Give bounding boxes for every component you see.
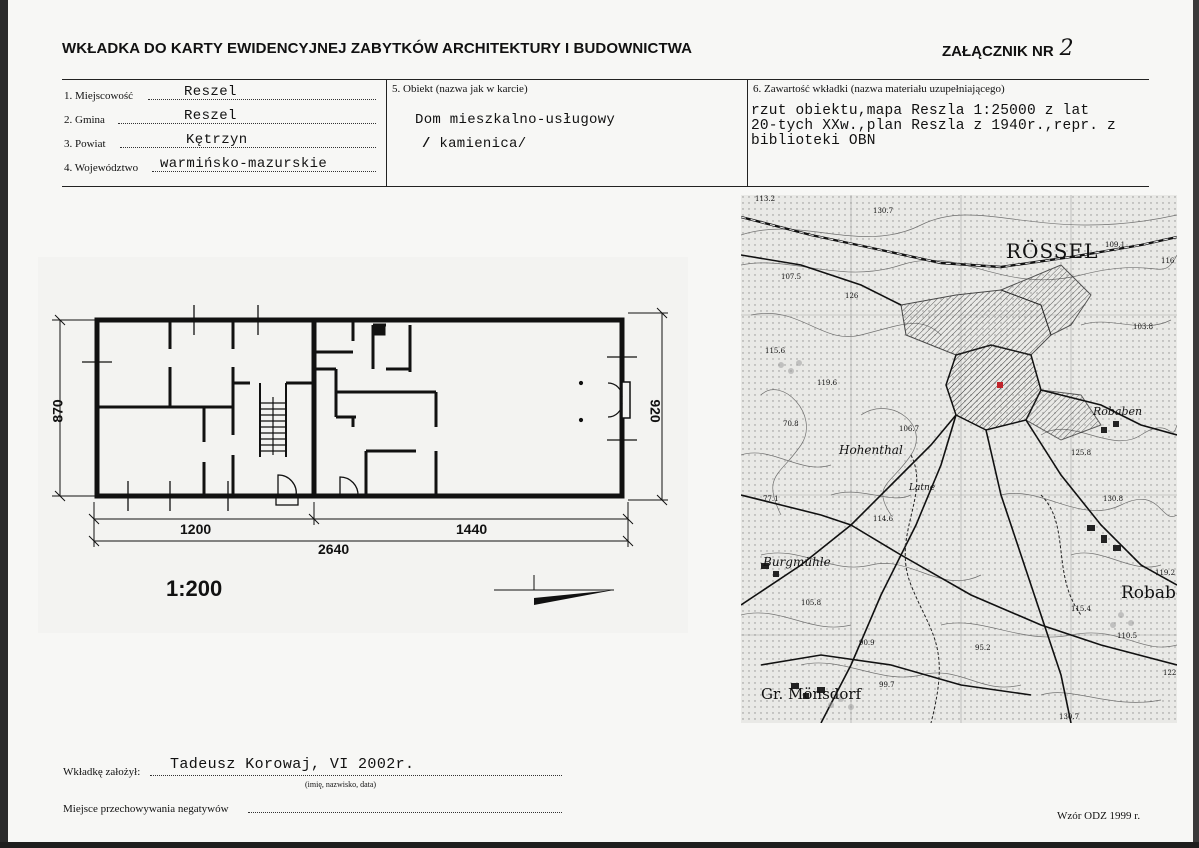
author-dotted-line — [150, 775, 562, 776]
field-gmina: 2. Gmina Reszel — [64, 108, 376, 128]
dimension-bottom-left: 1200 — [180, 521, 212, 537]
map-label-rossel: RÖSSEL — [1006, 239, 1099, 263]
attachment-heading: ZAŁĄCZNIK NR 2 — [942, 36, 1074, 62]
field-value: warmińsko-mazurskie — [160, 156, 328, 172]
map-elevation: 90.9 — [859, 639, 875, 647]
dimension-bottom-right: 1440 — [456, 521, 488, 537]
map-elevation: 130.8 — [1103, 495, 1124, 503]
negatives-label: Miejsce przechowywania negatywów — [63, 803, 229, 815]
map-label-gr-monsdorf: Gr. Mönsdorf — [761, 685, 862, 703]
negatives-dotted-line — [248, 812, 562, 813]
dimension-right: 920 — [647, 399, 664, 423]
map-elevation: 107.5 — [781, 273, 802, 281]
field-value: Reszel — [184, 84, 237, 100]
author-subcaption: (imię, nazwisko, data) — [305, 780, 377, 789]
object-label: 5. Obiekt (nazwa jak w karcie) — [392, 83, 528, 95]
map-elevation: 106.7 — [899, 425, 920, 433]
attachment-number: 2 — [1059, 36, 1074, 61]
scan-edge-bottom — [0, 842, 1199, 848]
field-dotted-line — [118, 122, 376, 124]
map-label-robaben: Robaben — [1121, 583, 1177, 603]
map-elevation: 130.7 — [873, 207, 894, 215]
map-elevation: 99.7 — [879, 681, 895, 689]
map-drawing — [741, 195, 1177, 723]
divider — [386, 80, 387, 186]
dimension-total: 2640 — [318, 541, 350, 557]
object-line-2-prefix: / — [422, 136, 431, 152]
map-elevation: 115.4 — [1071, 605, 1092, 613]
author-value: Tadeusz Korowaj, VI 2002r. — [170, 756, 415, 773]
map-elevation: 126 — [845, 292, 859, 300]
map-elevation: 130.7 — [1059, 713, 1080, 721]
author-label: Wkładkę założył: — [63, 766, 141, 778]
map-elevation: 114.6 — [873, 515, 894, 523]
field-label: 1. Miejscowość — [64, 90, 134, 102]
field-dotted-line — [120, 146, 376, 148]
dimension-left: 870 — [49, 399, 66, 423]
record-sheet: WKŁADKA DO KARTY EWIDENCYJNEJ ZABYTKÓW A… — [0, 0, 1199, 848]
map-elevation: 122 — [1163, 669, 1177, 677]
map-elevation: 95.2 — [975, 644, 991, 652]
object-line-2-text: kamienica/ — [439, 136, 527, 152]
form-header-box: 1. Miejscowość Reszel 2. Gmina Reszel 3.… — [62, 79, 1149, 187]
map-label-burgmuhle: Burgmühle — [763, 555, 831, 569]
map-elevation: 77.1 — [763, 495, 779, 503]
map-elevation: 116 — [1161, 257, 1175, 265]
field-miejscowosc: 1. Miejscowość Reszel — [64, 84, 376, 104]
contents-text: rzut obiektu,mapa Reszla 1:25000 z lat 2… — [751, 103, 1116, 149]
map-elevation: 119.2 — [1155, 569, 1176, 577]
map-elevation: 110.5 — [1117, 632, 1138, 640]
map-elevation: 125.8 — [1071, 449, 1092, 457]
map-elevation: 109.1 — [1105, 241, 1126, 249]
field-label: 4. Województwo — [64, 162, 139, 174]
map-elevation: 105.8 — [801, 599, 822, 607]
map-label-robaben-small: Robaben — [1093, 405, 1143, 418]
contents-label: 6. Zawartość wkładki (nazwa materiału uz… — [753, 83, 1005, 95]
historical-map: RÖSSEL Hohenthal Robaben Robaben Burgmüh… — [741, 195, 1177, 723]
object-line-1: Dom mieszkalno-usługowy — [415, 112, 616, 128]
field-value: Reszel — [184, 108, 237, 124]
scan-edge-right — [1193, 0, 1199, 848]
map-elevation: 113.2 — [755, 195, 776, 203]
field-dotted-line — [148, 98, 376, 100]
map-label-hohenthal: Hohenthal — [839, 443, 903, 457]
map-elevation: 115.6 — [765, 347, 786, 355]
floor-plan: 870 920 1200 1440 2640 — [38, 257, 688, 633]
field-label: 2. Gmina — [64, 114, 105, 126]
floor-plan-drawing — [38, 257, 688, 633]
object-line-2: / kamienica/ — [422, 136, 526, 152]
field-label: 3. Powiat — [64, 138, 106, 150]
map-label-latne: Latne — [909, 483, 936, 493]
document-title: WKŁADKA DO KARTY EWIDENCYJNEJ ZABYTKÓW A… — [62, 40, 693, 57]
field-wojewodztwo: 4. Województwo warmińsko-mazurskie — [64, 156, 376, 176]
scan-edge-left — [0, 0, 8, 848]
map-elevation: 119.6 — [817, 379, 838, 387]
field-powiat: 3. Powiat Kętrzyn — [64, 132, 376, 152]
map-elevation: 70.8 — [783, 420, 799, 428]
plan-scale: 1:200 — [166, 576, 223, 601]
map-elevation: 103.8 — [1133, 323, 1154, 331]
field-value: Kętrzyn — [186, 132, 248, 148]
form-version: Wzór ODZ 1999 r. — [1057, 810, 1141, 822]
attachment-label: ZAŁĄCZNIK NR — [942, 43, 1054, 60]
divider — [747, 80, 748, 186]
